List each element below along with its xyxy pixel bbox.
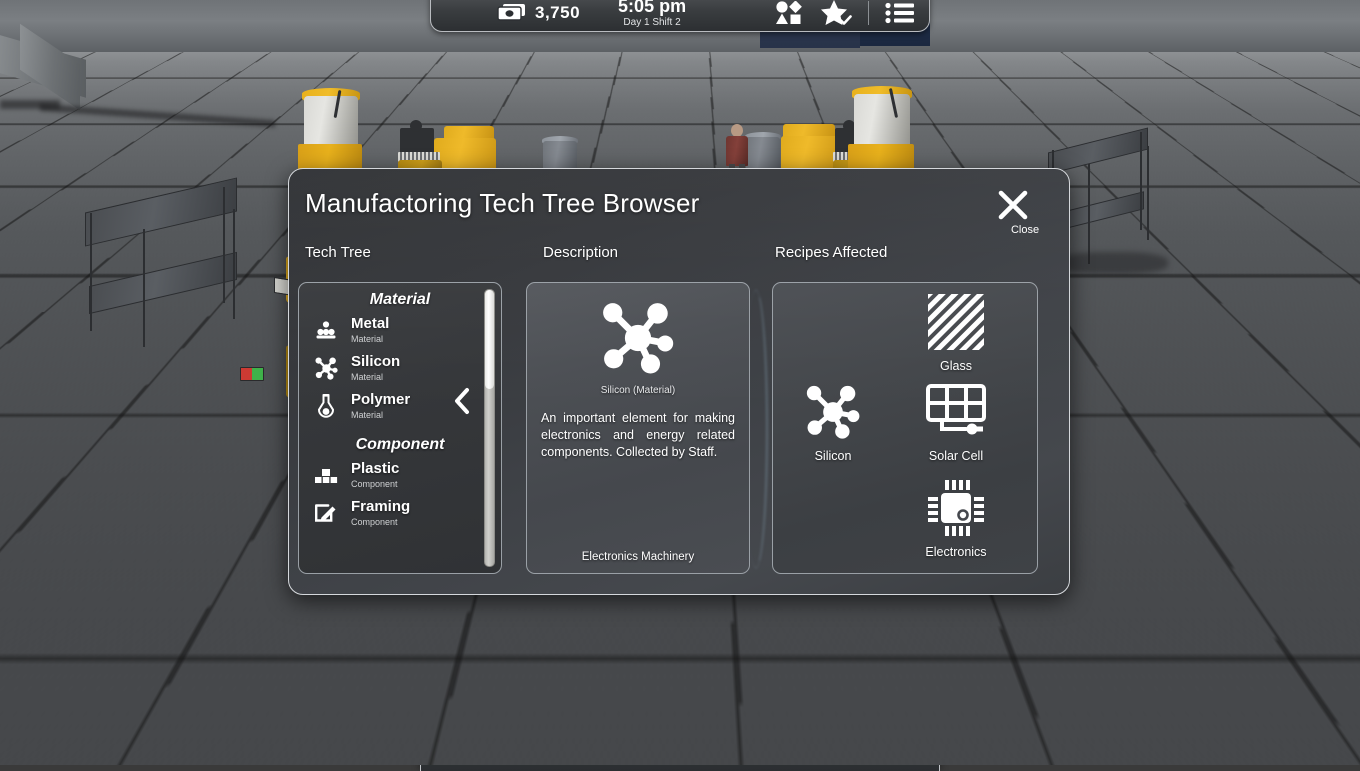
recipe-label: Electronics <box>908 545 1004 559</box>
toolbar-button-messages[interactable]: Messages <box>731 692 826 748</box>
description-footer: Electronics Machinery <box>527 551 749 563</box>
cash-icon <box>497 3 527 22</box>
toolbar-label: Hiring <box>467 734 501 748</box>
tech-item-sub: Material <box>351 411 410 420</box>
recipe-item-silicon[interactable]: Silicon <box>785 381 881 463</box>
tech-item-name: Framing <box>351 498 410 515</box>
description-panel: Silicon (Material) An important element … <box>526 282 750 574</box>
tech-tree-item-silicon[interactable]: Silicon Material <box>299 349 501 387</box>
copyright-line-2: All Rights Reserved <box>1228 672 1352 683</box>
chevron-left-icon[interactable] <box>453 387 471 415</box>
tech-tree-group-label: Material <box>299 283 501 311</box>
column-header-description: Description <box>543 244 618 261</box>
hud-divider <box>868 1 869 25</box>
tech-item-sub: Component <box>351 518 410 527</box>
toolbar-label: Reports <box>853 734 899 748</box>
toolbar-button-reports[interactable]: Reports <box>829 692 924 748</box>
tech-item-name: Metal <box>351 315 389 332</box>
report-clock-icon <box>855 692 897 732</box>
recipe-label: Glass <box>908 359 1004 373</box>
clock-day-shift: Day 1 Shift 2 <box>618 18 686 28</box>
recipe-label: Silicon <box>785 449 881 463</box>
beam-shadow-2 <box>0 100 60 109</box>
bottom-toolbar: Hiring Factory Upgrades <box>420 681 940 771</box>
close-x-icon <box>995 187 1055 223</box>
tech-item-name: Silicon <box>351 353 400 370</box>
tech-tree-scrollbar[interactable] <box>484 289 495 567</box>
chart-up-icon <box>659 692 701 732</box>
solar-panel-icon <box>908 381 1004 443</box>
blocks-icon <box>313 462 339 488</box>
copyright-line-3: 0.1.1001 <box>1228 683 1352 694</box>
close-button[interactable]: Close <box>995 187 1055 236</box>
draft-pen-icon <box>313 500 339 526</box>
tech-tree-item-metal[interactable]: Metal Material <box>299 311 501 349</box>
star-check-icon[interactable] <box>820 0 852 26</box>
description-body: An important element for making electron… <box>541 410 735 461</box>
toolbar-label: Markets <box>657 734 703 748</box>
recipe-item-electronics[interactable]: Electronics <box>908 477 1004 559</box>
clock-display: 5:05 pm Day 1 Shift 2 <box>618 0 686 28</box>
money-display: 3,750 <box>497 3 580 23</box>
coins-icon <box>560 692 604 732</box>
tech-item-sub: Component <box>351 480 399 489</box>
flask-icon <box>313 394 339 420</box>
copyright-notice: Copyright (C) 2023 Tatman Games All Righ… <box>1228 661 1352 693</box>
recipe-label: Solar Cell <box>908 449 1004 463</box>
tech-item-name: Polymer <box>351 391 410 408</box>
molecule-icon <box>785 381 881 443</box>
speech-bubbles-icon <box>757 692 799 732</box>
toolbar-button-factory-upgrades[interactable]: Factory Upgrades <box>535 692 630 761</box>
tech-tree-scrollbar-thumb[interactable] <box>485 290 494 389</box>
tech-item-sub: Material <box>351 335 389 344</box>
recipe-item-glass[interactable]: Glass <box>908 291 1004 373</box>
tech-item-name: Plastic <box>351 460 399 477</box>
toolbar-label: Messages <box>748 734 807 748</box>
dialog-title: Manufactoring Tech Tree Browser <box>305 188 699 219</box>
recipes-affected-panel: Glass Silicon <box>772 282 1038 574</box>
hatched-square-icon <box>908 291 1004 353</box>
description-subtitle: Silicon (Material) <box>527 385 749 396</box>
top-hud-bar: 3,750 5:05 pm Day 1 Shift 2 <box>430 0 930 32</box>
column-header-recipes-affected: Recipes Affected <box>775 244 887 261</box>
tech-tree-browser-dialog: Manufactoring Tech Tree Browser Close Te… <box>288 168 1070 595</box>
money-value: 3,750 <box>535 3 580 23</box>
list-icon[interactable] <box>885 2 915 24</box>
toolbar-button-markets[interactable]: Markets <box>633 692 728 748</box>
shapes-icon[interactable] <box>774 1 804 25</box>
clock-time: 5:05 pm <box>618 0 686 15</box>
people-icon <box>462 692 506 732</box>
column-header-tech-tree: Tech Tree <box>305 244 371 261</box>
tech-tree-group-label: Component <box>299 426 501 456</box>
tech-tree-item-framing[interactable]: Framing Component <box>299 494 501 532</box>
toolbar-label: Factory Upgrades <box>554 734 610 761</box>
recipe-item-solar-cell[interactable]: Solar Cell <box>908 381 1004 463</box>
ore-pile-icon <box>313 317 339 343</box>
close-button-label: Close <box>995 224 1055 236</box>
tech-item-sub: Material <box>351 373 400 382</box>
molecule-icon <box>313 355 339 381</box>
tech-tree-list[interactable]: Material Metal Material <box>299 283 501 573</box>
copyright-line-1: Copyright (C) 2023 Tatman Games <box>1228 661 1352 672</box>
chip-icon <box>908 477 1004 539</box>
tech-tree-panel: Material Metal Material <box>298 282 502 574</box>
toolbar-button-hiring[interactable]: Hiring <box>437 692 532 748</box>
tech-tree-item-plastic[interactable]: Plastic Component <box>299 456 501 494</box>
molecule-icon <box>592 295 684 381</box>
